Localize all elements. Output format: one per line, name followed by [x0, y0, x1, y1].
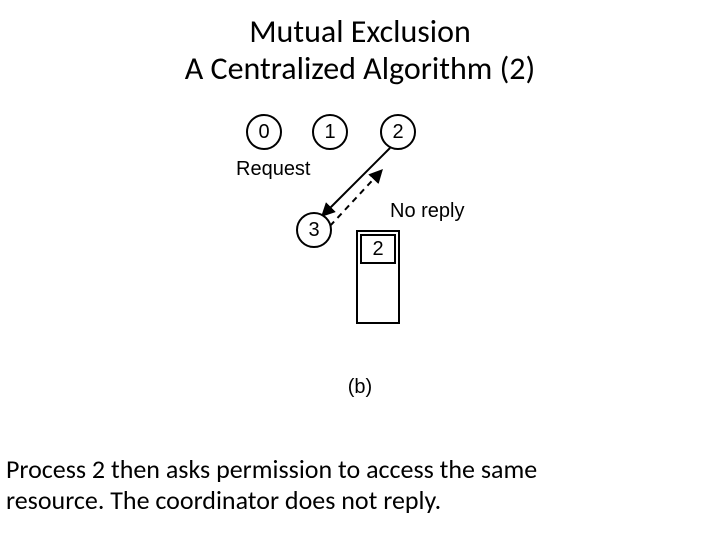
no-reply-label: No reply — [390, 200, 464, 223]
request-label: Request — [236, 158, 311, 181]
caption-line-2: resource. The coordinator does not reply… — [6, 484, 441, 516]
process-node-2: 2 — [380, 114, 416, 150]
coordinator-node-3: 3 — [296, 212, 332, 248]
request-arrow — [322, 148, 390, 216]
slide: Mutual Exclusion A Centralized Algorithm… — [0, 0, 720, 540]
subfigure-label: (b) — [230, 376, 490, 399]
caption: Process 2 then asks permission to access… — [6, 454, 714, 516]
queue-item: 2 — [360, 234, 396, 264]
title-line-1: Mutual Exclusion — [249, 12, 471, 51]
slide-title: Mutual Exclusion A Centralized Algorithm… — [0, 14, 720, 88]
diagram: 0 1 2 3 Request No reply 2 (b) — [230, 108, 490, 408]
title-line-2: A Centralized Algorithm (2) — [185, 49, 535, 88]
process-node-1: 1 — [312, 114, 348, 150]
no-reply-arrow — [330, 170, 382, 226]
caption-line-1: Process 2 then asks permission to access… — [6, 453, 537, 485]
process-node-0: 0 — [246, 114, 282, 150]
